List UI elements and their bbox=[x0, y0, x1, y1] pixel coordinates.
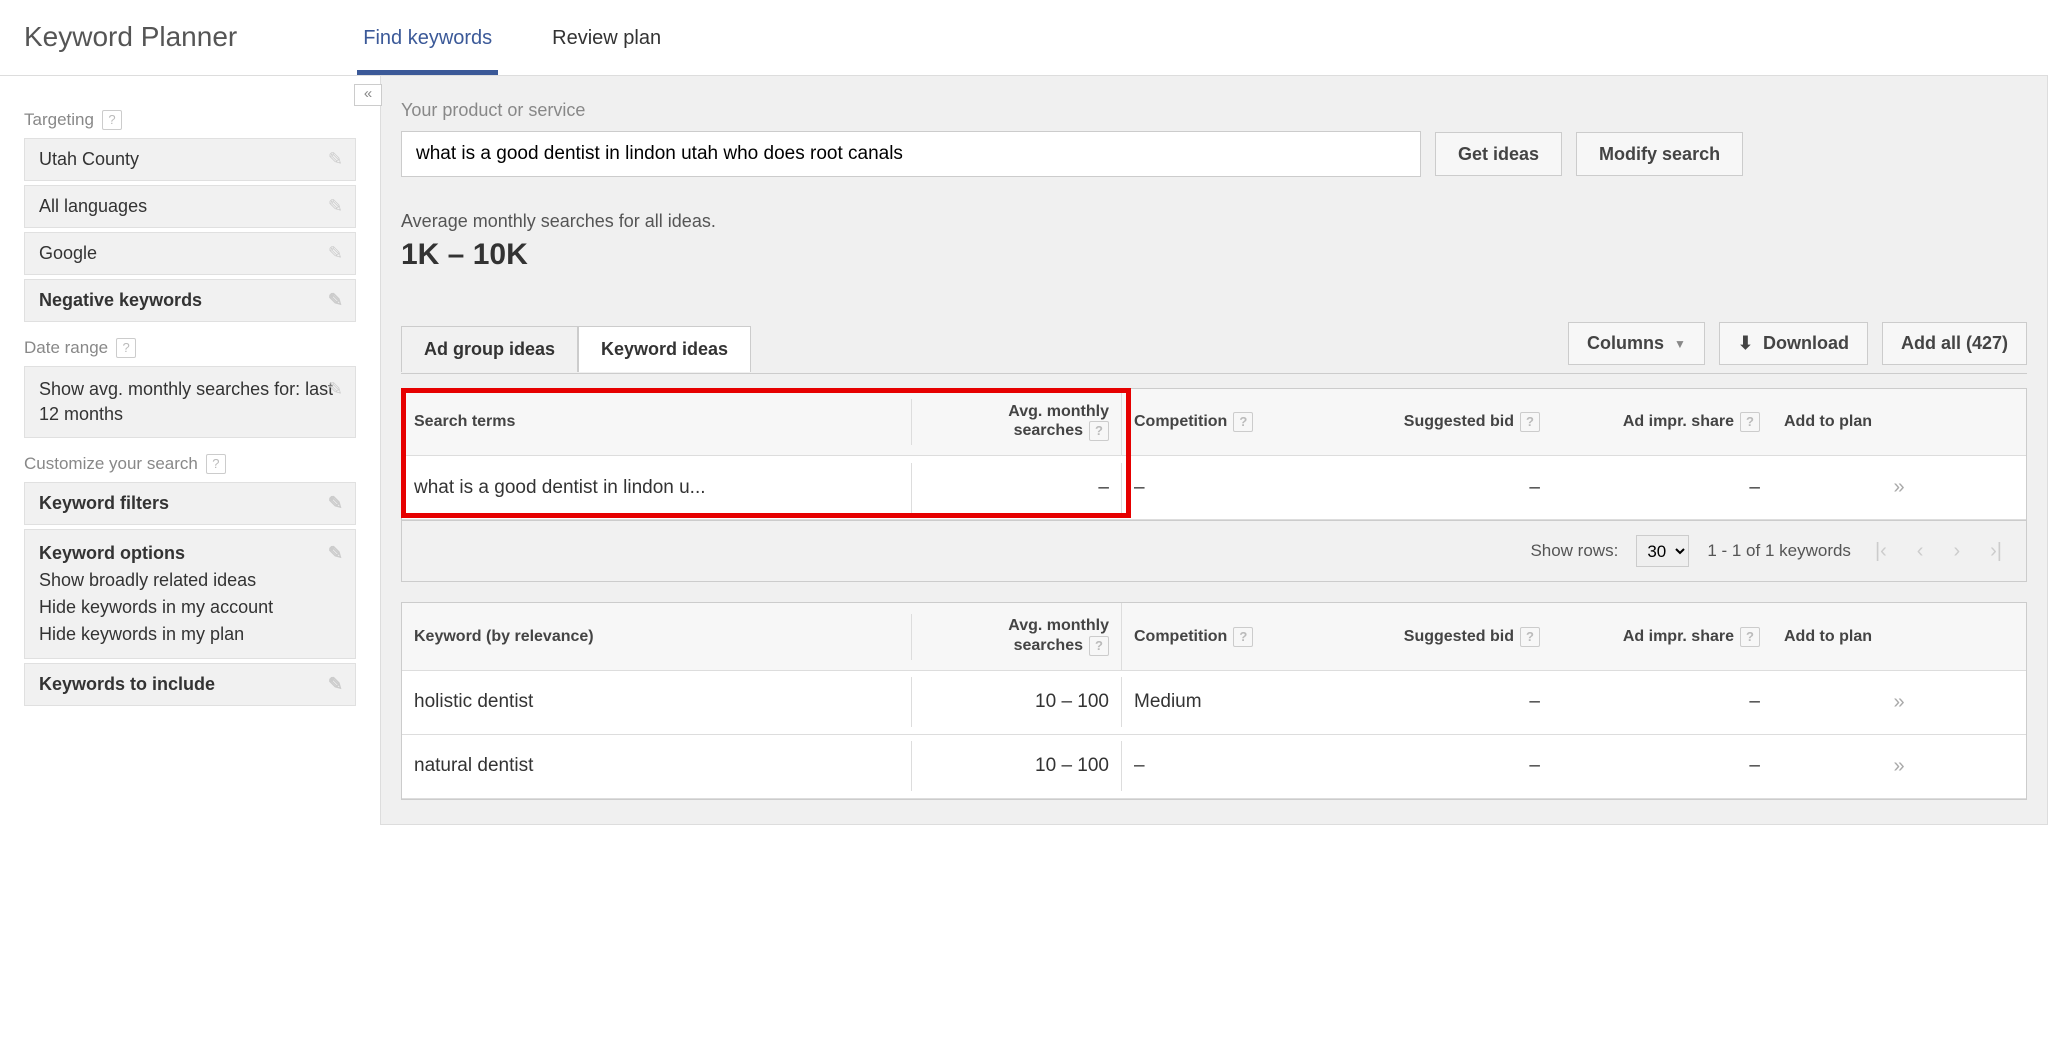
help-icon[interactable]: ? bbox=[1520, 412, 1540, 432]
col-search-terms[interactable]: Search terms bbox=[402, 399, 912, 445]
help-icon[interactable]: ? bbox=[1740, 627, 1760, 647]
cell-bid: – bbox=[1322, 741, 1552, 791]
pencil-icon: ✎ bbox=[328, 493, 343, 514]
pencil-icon: ✎ bbox=[328, 674, 343, 695]
help-icon[interactable]: ? bbox=[206, 454, 226, 474]
add-to-plan-button[interactable]: » bbox=[1772, 677, 2026, 728]
pagination-bar: Show rows: 30 1 - 1 of 1 keywords |‹ ‹ ›… bbox=[401, 521, 2027, 582]
col-competition[interactable]: Competition? bbox=[1122, 613, 1322, 661]
tab-review-plan[interactable]: Review plan bbox=[546, 15, 667, 75]
tab-find-keywords[interactable]: Find keywords bbox=[357, 15, 498, 75]
pencil-icon: ✎ bbox=[328, 196, 343, 217]
table-header: Keyword (by relevance) Avg. monthly sear… bbox=[402, 603, 2026, 670]
daterange-card[interactable]: Show avg. monthly searches for: last 12 … bbox=[24, 366, 356, 438]
keywords-include-card[interactable]: Keywords to include ✎ bbox=[24, 663, 356, 706]
keyword-options-card[interactable]: Keyword options ✎ Show broadly related i… bbox=[24, 529, 356, 659]
cell-avg: 10 – 100 bbox=[912, 741, 1122, 791]
daterange-section-label: Date range ? bbox=[24, 338, 356, 358]
add-all-button[interactable]: Add all (427) bbox=[1882, 322, 2027, 365]
last-page-button[interactable]: ›| bbox=[1984, 540, 2008, 563]
cell-bid: – bbox=[1322, 677, 1552, 727]
download-button[interactable]: ⬇Download bbox=[1719, 322, 1868, 365]
page-title: Keyword Planner bbox=[24, 21, 237, 75]
help-icon[interactable]: ? bbox=[1233, 412, 1253, 432]
cell-avg: – bbox=[912, 463, 1122, 513]
main-nav: Find keywords Review plan bbox=[357, 15, 667, 75]
rows-per-page-select[interactable]: 30 bbox=[1636, 535, 1689, 567]
cell-impr: – bbox=[1552, 463, 1772, 513]
help-icon[interactable]: ? bbox=[1089, 636, 1109, 656]
col-competition[interactable]: Competition? bbox=[1122, 398, 1322, 446]
targeting-section-label: Targeting ? bbox=[24, 110, 356, 130]
cell-term: natural dentist bbox=[402, 741, 912, 791]
cell-avg: 10 – 100 bbox=[912, 677, 1122, 727]
prompt-label: Your product or service bbox=[401, 100, 2027, 121]
cell-comp: – bbox=[1122, 741, 1322, 791]
keyword-ideas-table: Keyword (by relevance) Avg. monthly sear… bbox=[401, 602, 2027, 799]
help-icon[interactable]: ? bbox=[1520, 627, 1540, 647]
help-icon[interactable]: ? bbox=[1740, 412, 1760, 432]
col-add-to-plan: Add to plan bbox=[1772, 399, 2026, 445]
col-impr-share[interactable]: Ad impr. share? bbox=[1552, 398, 1772, 446]
first-page-button[interactable]: |‹ bbox=[1869, 540, 1893, 563]
download-icon: ⬇ bbox=[1738, 333, 1753, 354]
cell-term: what is a good dentist in lindon u... bbox=[402, 463, 912, 513]
ideas-tabs: Ad group ideas Keyword ideas Columns▼ ⬇D… bbox=[401, 322, 2027, 374]
tab-ad-group-ideas[interactable]: Ad group ideas bbox=[401, 326, 578, 372]
table-row: natural dentist 10 – 100 – – – » bbox=[402, 735, 2026, 799]
prev-page-button[interactable]: ‹ bbox=[1911, 540, 1930, 563]
pencil-icon: ✎ bbox=[328, 540, 343, 567]
help-icon[interactable]: ? bbox=[1089, 421, 1109, 441]
targeting-location[interactable]: Utah County ✎ bbox=[24, 138, 356, 181]
show-rows-label: Show rows: bbox=[1530, 541, 1618, 561]
keyword-filters-card[interactable]: Keyword filters ✎ bbox=[24, 482, 356, 525]
table-header: Search terms Avg. monthly searches? Comp… bbox=[402, 389, 2026, 456]
col-avg-searches[interactable]: Avg. monthly searches? bbox=[912, 603, 1122, 669]
cell-bid: – bbox=[1322, 463, 1552, 513]
cell-impr: – bbox=[1552, 741, 1772, 791]
add-to-plan-button[interactable]: » bbox=[1772, 462, 2026, 513]
page-range: 1 - 1 of 1 keywords bbox=[1707, 541, 1851, 561]
pencil-icon: ✎ bbox=[328, 149, 343, 170]
targeting-negative-keywords[interactable]: Negative keywords ✎ bbox=[24, 279, 356, 322]
col-suggested-bid[interactable]: Suggested bid? bbox=[1322, 398, 1552, 446]
col-suggested-bid[interactable]: Suggested bid? bbox=[1322, 613, 1552, 661]
metric-value: 1K – 10K bbox=[401, 238, 2027, 272]
sidebar: « Targeting ? Utah County ✎ All language… bbox=[0, 76, 380, 825]
tab-keyword-ideas[interactable]: Keyword ideas bbox=[578, 326, 751, 372]
targeting-language[interactable]: All languages ✎ bbox=[24, 185, 356, 228]
main-content: Your product or service Get ideas Modify… bbox=[380, 76, 2048, 825]
cell-comp: Medium bbox=[1122, 677, 1322, 727]
col-add-to-plan: Add to plan bbox=[1772, 614, 2026, 660]
product-service-input[interactable] bbox=[401, 131, 1421, 177]
customize-section-label: Customize your search ? bbox=[24, 454, 356, 474]
next-page-button[interactable]: › bbox=[1947, 540, 1966, 563]
columns-button[interactable]: Columns▼ bbox=[1568, 322, 1705, 365]
col-avg-searches[interactable]: Avg. monthly searches? bbox=[912, 389, 1122, 455]
cell-comp: – bbox=[1122, 463, 1322, 513]
help-icon[interactable]: ? bbox=[1233, 627, 1253, 647]
get-ideas-button[interactable]: Get ideas bbox=[1435, 132, 1562, 176]
add-to-plan-button[interactable]: » bbox=[1772, 741, 2026, 792]
col-keyword-relevance[interactable]: Keyword (by relevance) bbox=[402, 614, 912, 660]
collapse-sidebar-button[interactable]: « bbox=[354, 84, 382, 106]
cell-impr: – bbox=[1552, 677, 1772, 727]
pencil-icon: ✎ bbox=[328, 290, 343, 311]
chevron-down-icon: ▼ bbox=[1674, 337, 1686, 351]
targeting-network[interactable]: Google ✎ bbox=[24, 232, 356, 275]
help-icon[interactable]: ? bbox=[116, 338, 136, 358]
help-icon[interactable]: ? bbox=[102, 110, 122, 130]
metric-label: Average monthly searches for all ideas. bbox=[401, 211, 2027, 232]
table-row: what is a good dentist in lindon u... – … bbox=[402, 456, 2026, 520]
pencil-icon: ✎ bbox=[328, 377, 343, 402]
cell-term: holistic dentist bbox=[402, 677, 912, 727]
table-row: holistic dentist 10 – 100 Medium – – » bbox=[402, 671, 2026, 735]
search-terms-table: Search terms Avg. monthly searches? Comp… bbox=[401, 388, 2027, 521]
modify-search-button[interactable]: Modify search bbox=[1576, 132, 1743, 176]
col-impr-share[interactable]: Ad impr. share? bbox=[1552, 613, 1772, 661]
pencil-icon: ✎ bbox=[328, 243, 343, 264]
app-header: Keyword Planner Find keywords Review pla… bbox=[0, 0, 2048, 76]
